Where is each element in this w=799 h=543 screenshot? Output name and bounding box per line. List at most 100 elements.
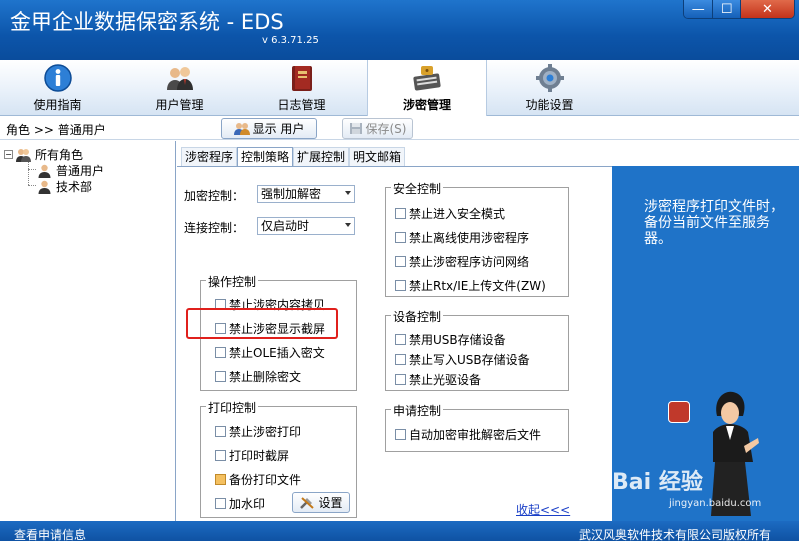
user-icon <box>38 164 51 178</box>
nav-tab-logs[interactable]: 日志管理 <box>264 60 339 115</box>
connect-control-select[interactable]: 仅启动时 <box>257 217 355 235</box>
checkbox-label: 禁止写入USB存储设备 <box>409 353 530 367</box>
tree-item-label: 技术部 <box>56 180 93 194</box>
tree-item-normal-user[interactable]: 普通用户 <box>37 162 105 179</box>
tree-root[interactable]: − 所有角色 <box>4 146 83 163</box>
checkbox-label: 禁止涉密打印 <box>229 425 302 439</box>
logo-seal-icon <box>668 401 690 423</box>
collapse-link[interactable]: 收起<<< <box>516 501 570 518</box>
maximize-button[interactable]: ☐ <box>713 0 741 18</box>
tab-control-policy[interactable]: 控制策略 <box>237 147 294 167</box>
checkbox[interactable] <box>215 347 226 358</box>
group-icon <box>16 148 31 162</box>
main-nav: 使用指南 用户管理 日志管理 涉密管理 功能设置 <box>0 60 799 116</box>
watermark-text: Bai 经验 <box>612 470 703 495</box>
chevron-down-icon <box>345 223 351 227</box>
checkbox-label: 禁止进入安全模式 <box>409 207 506 221</box>
tip-text: 涉密程序打印文件时，备份当前文件至服务器。 <box>644 199 784 247</box>
group-title: 申请控制 <box>391 402 444 419</box>
watermark-settings-button[interactable]: 设置 <box>292 492 350 513</box>
tree-item-tech-dept[interactable]: 技术部 <box>37 178 92 195</box>
encrypt-control-select[interactable]: 强制加解密 <box>257 185 355 203</box>
group-title: 安全控制 <box>391 180 444 197</box>
nav-tab-settings-label: 功能设置 <box>525 98 574 112</box>
policy-tabs: 涉密程序 控制策略 扩展控制 明文邮箱 <box>181 147 406 167</box>
checkbox[interactable] <box>215 450 226 461</box>
assistant-illustration <box>711 391 759 516</box>
save-icon <box>349 123 362 134</box>
device-control-group: 设备控制 禁用USB存储设备 禁止写入USB存储设备 禁止光驱设备 <box>385 308 569 391</box>
role-tree: − 所有角色 普通用户 技术部 <box>0 141 176 521</box>
encrypt-control-value: 强制加解密 <box>261 187 322 201</box>
nav-tab-confidential-label: 涉密管理 <box>402 98 451 112</box>
minimize-button[interactable]: — <box>684 0 714 18</box>
checkbox[interactable] <box>395 232 406 243</box>
encrypt-control-label: 加密控制： <box>184 189 245 203</box>
nav-tab-users-label: 用户管理 <box>155 98 204 112</box>
checkbox[interactable] <box>395 208 406 219</box>
checkbox[interactable] <box>395 280 406 291</box>
checkbox[interactable] <box>395 256 406 267</box>
tab-confidential-programs[interactable]: 涉密程序 <box>181 147 238 167</box>
checkbox-label: 禁止删除密文 <box>229 370 302 384</box>
checkbox[interactable] <box>395 334 406 345</box>
print-control-group: 打印控制 禁止涉密打印 打印时截屏 备份打印文件 加水印 设置 <box>200 399 357 518</box>
checkbox-backup-print[interactable]: 备份打印文件 <box>215 471 301 488</box>
nav-tab-logs-label: 日志管理 <box>277 98 326 112</box>
group-title: 打印控制 <box>206 399 259 416</box>
checkbox-no-ole[interactable]: 禁止OLE插入密文 <box>215 344 325 361</box>
checkbox-no-delete[interactable]: 禁止删除密文 <box>215 368 301 385</box>
save-button[interactable]: 保存(S) <box>342 118 413 139</box>
show-users-button[interactable]: 显示 用户 <box>221 118 317 139</box>
nav-tab-settings[interactable]: 功能设置 <box>512 60 587 115</box>
show-users-label: 显示 用户 <box>252 122 305 136</box>
checkbox-no-offline[interactable]: 禁止离线使用涉密程序 <box>395 229 529 246</box>
checkbox-no-network[interactable]: 禁止涉密程序访问网络 <box>395 253 529 270</box>
save-label: 保存(S) <box>365 122 407 136</box>
tab-extended-control[interactable]: 扩展控制 <box>293 147 350 167</box>
checkbox-label: 加水印 <box>229 497 266 511</box>
checkbox[interactable] <box>395 374 406 385</box>
connect-control-label: 连接控制： <box>184 221 245 235</box>
tab-plaintext-mailbox[interactable]: 明文邮箱 <box>349 147 406 167</box>
checkbox[interactable] <box>395 429 406 440</box>
view-applications-link[interactable]: 查看申请信息 <box>14 526 86 543</box>
connect-control-value: 仅启动时 <box>261 219 310 233</box>
checkbox-no-usb-write[interactable]: 禁止写入USB存储设备 <box>395 351 530 368</box>
watermark-url: jingyan.baidu.com <box>669 498 762 509</box>
nav-tab-guide-label: 使用指南 <box>33 98 82 112</box>
checkbox[interactable] <box>215 498 226 509</box>
checkbox[interactable] <box>215 474 226 485</box>
checkbox-disable-usb[interactable]: 禁用USB存储设备 <box>395 331 506 348</box>
title-bar: 金甲企业数据保密系统 - EDS v 6.3.71.25 — ☐ ✕ <box>0 0 799 60</box>
checkbox-print-screenshot[interactable]: 打印时截屏 <box>215 447 289 464</box>
checkbox-no-upload[interactable]: 禁止Rtx/IE上传文件(ZW) <box>395 277 546 294</box>
control-policy-panel: 加密控制： 强制加解密 连接控制： 仅启动时 操作控制 禁止涉密内容拷贝 禁止涉… <box>177 166 612 521</box>
checkbox[interactable] <box>215 426 226 437</box>
checkbox-label: 禁止涉密程序访问网络 <box>409 255 530 269</box>
copyright-text: 武汉风奥软件技术有限公司版权所有 <box>578 528 771 542</box>
info-icon <box>43 64 72 92</box>
close-button[interactable]: ✕ <box>740 0 794 18</box>
checkbox-watermark[interactable]: 加水印 <box>215 495 265 512</box>
tree-expander[interactable]: − <box>4 150 13 159</box>
user-icon <box>38 180 51 194</box>
app-title: 金甲企业数据保密系统 - EDS <box>10 10 284 34</box>
group-title: 操作控制 <box>206 273 259 290</box>
users-icon <box>233 123 250 135</box>
app-version: v 6.3.71.25 <box>262 35 319 46</box>
breadcrumb: 角色 >> 普通用户 <box>6 123 106 137</box>
checkbox[interactable] <box>215 371 226 382</box>
status-bar: 查看申请信息 武汉风奥软件技术有限公司版权所有 <box>0 521 799 543</box>
nav-tab-users[interactable]: 用户管理 <box>142 60 217 115</box>
tree-item-label: 普通用户 <box>56 164 105 178</box>
nav-tab-guide[interactable]: 使用指南 <box>20 60 95 115</box>
group-title: 设备控制 <box>391 308 444 325</box>
checkbox[interactable] <box>395 354 406 365</box>
checkbox-no-cdrom[interactable]: 禁止光驱设备 <box>395 371 481 388</box>
checkbox-no-safe-mode[interactable]: 禁止进入安全模式 <box>395 205 505 222</box>
nav-tab-confidential[interactable]: 涉密管理 <box>367 60 487 116</box>
checkbox-no-print[interactable]: 禁止涉密打印 <box>215 423 301 440</box>
checkbox-auto-encrypt[interactable]: 自动加密审批解密后文件 <box>395 426 541 443</box>
checkbox-label: 禁止光驱设备 <box>409 373 482 387</box>
